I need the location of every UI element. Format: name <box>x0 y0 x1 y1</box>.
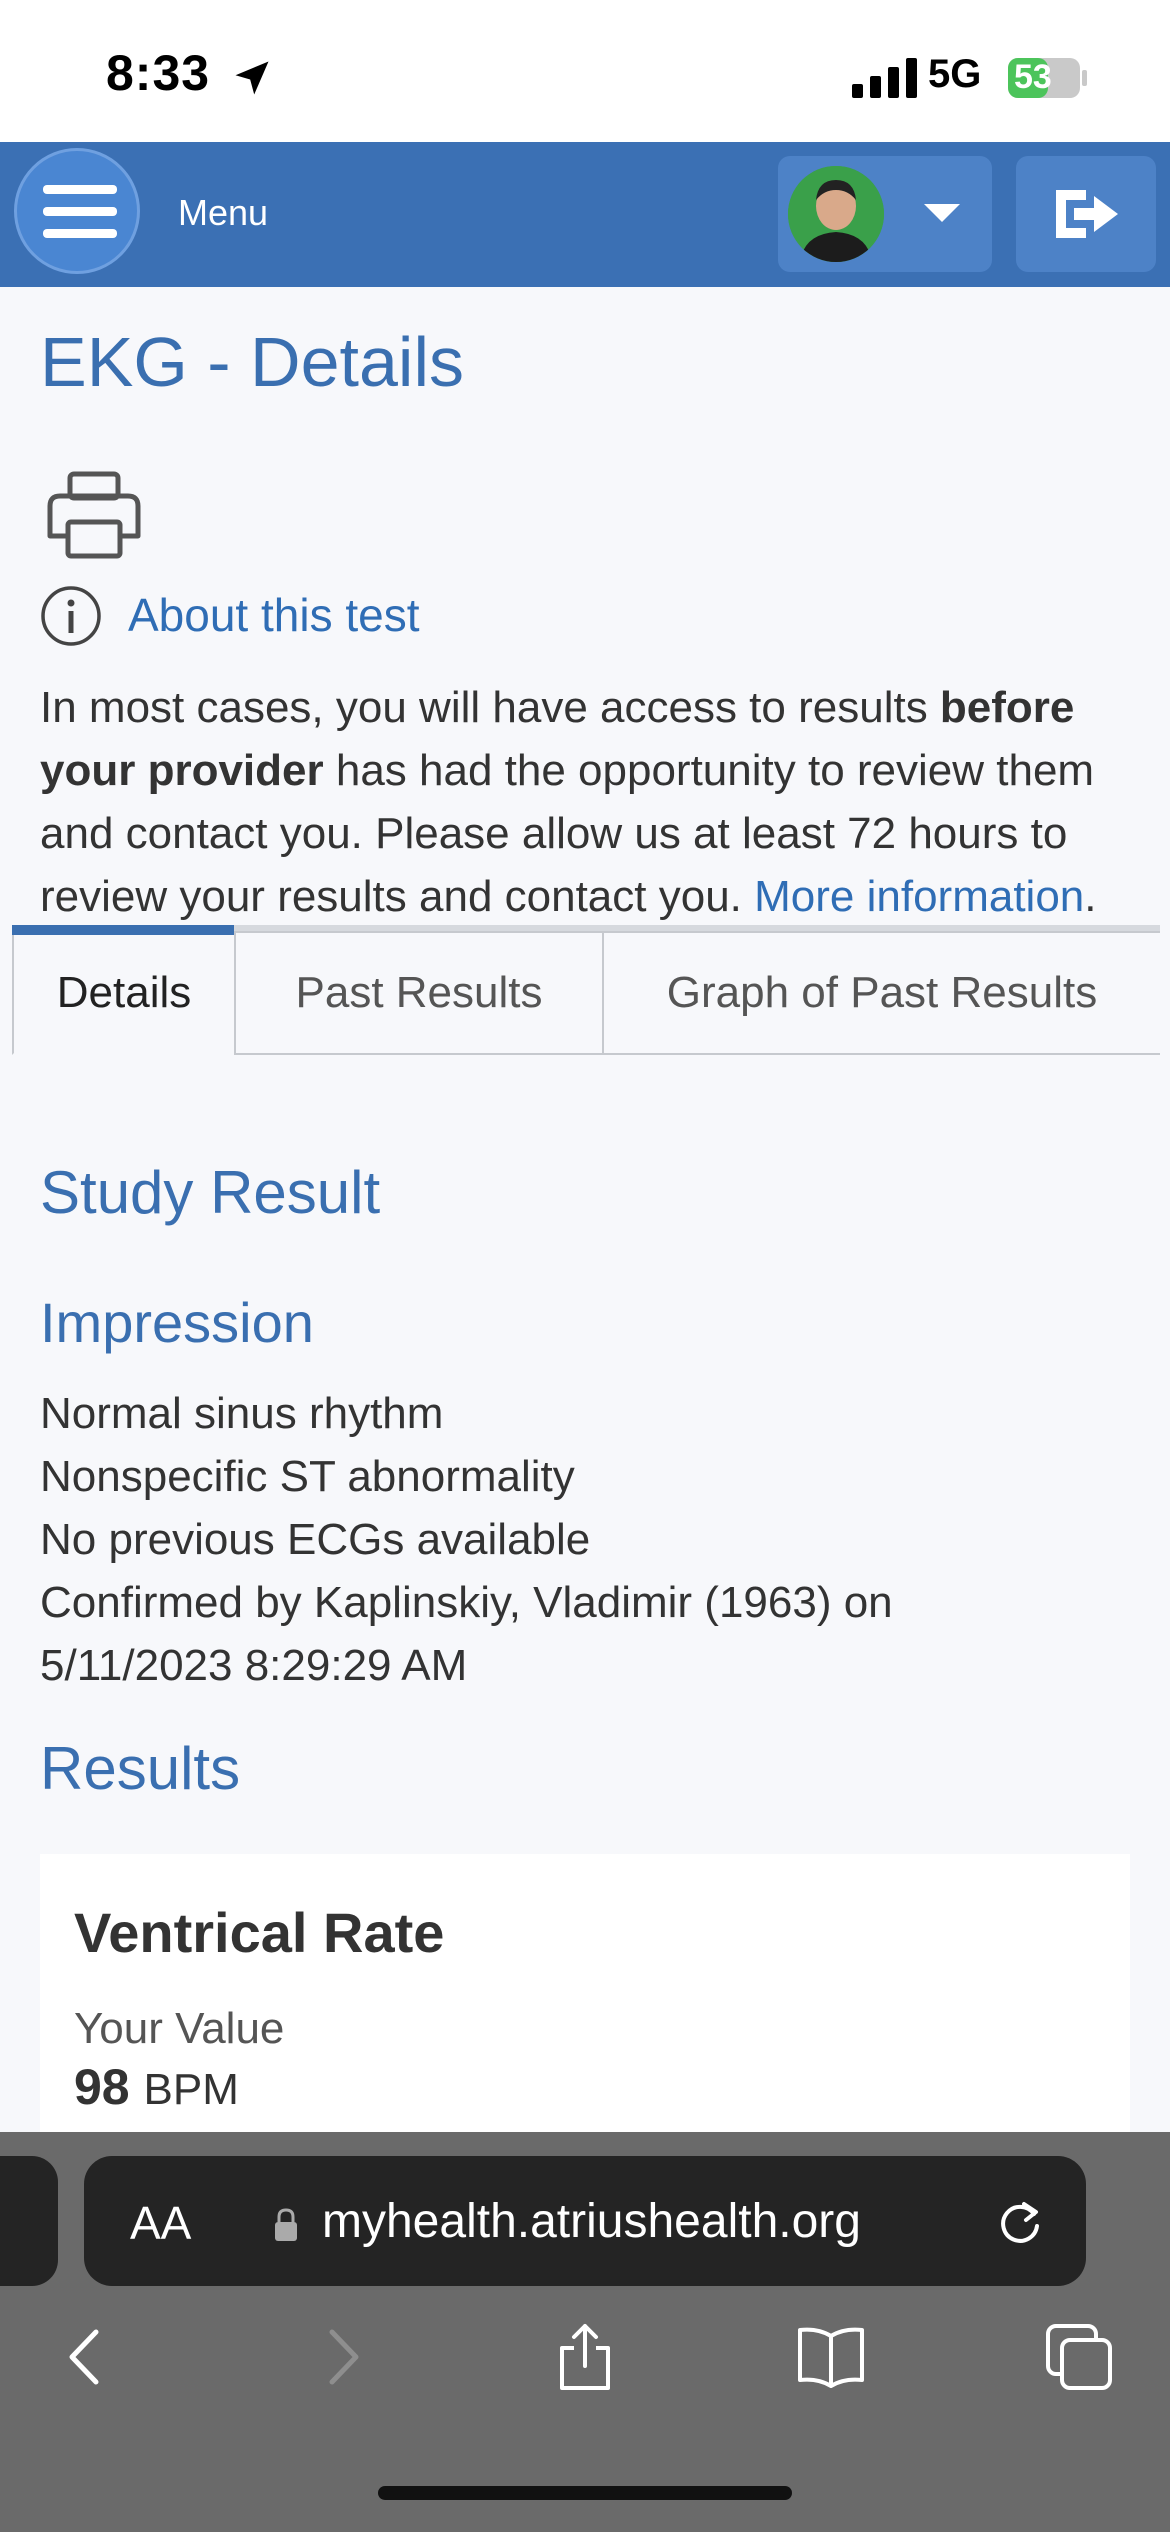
top-nav: Menu <box>0 142 1170 287</box>
page-title: EKG - Details <box>40 323 464 401</box>
browser-toolbar: AA myhealth.atriushealth.org <box>0 2132 1170 2532</box>
url-text[interactable]: myhealth.atriushealth.org <box>322 2194 861 2249</box>
result-number: 98 <box>74 2059 130 2115</box>
impression-line: Normal sinus rhythm <box>40 1389 444 1438</box>
printer-icon[interactable] <box>44 470 144 560</box>
hamburger-icon <box>43 185 117 194</box>
more-information-link[interactable]: More information <box>754 872 1084 921</box>
hamburger-line <box>43 207 117 216</box>
battery-level: 53 <box>1014 58 1052 96</box>
avatar <box>788 166 884 262</box>
study-result-heading: Study Result <box>40 1159 381 1226</box>
tab-graph-past-results[interactable]: Graph of Past Results <box>602 931 1160 1055</box>
results-notice: In most cases, you will have access to r… <box>40 676 1140 928</box>
result-value: 98 BPM <box>74 2058 239 2116</box>
impression-line: Nonspecific ST abnormality <box>40 1452 575 1501</box>
previous-tab-stub[interactable] <box>0 2156 58 2286</box>
logout-icon <box>1056 190 1118 238</box>
bookmarks-icon[interactable] <box>796 2322 866 2392</box>
impression-line: 5/11/2023 8:29:29 AM <box>40 1641 468 1690</box>
user-menu-button[interactable] <box>778 156 992 272</box>
tab-past-results[interactable]: Past Results <box>234 931 604 1055</box>
battery-icon: 53 <box>1008 56 1088 100</box>
result-value-label: Your Value <box>74 2004 285 2053</box>
tab-details[interactable]: Details <box>12 931 236 1055</box>
network-type: 5G <box>928 52 982 96</box>
status-bar: 8:33 5G 53 <box>0 0 1170 142</box>
notice-period: . <box>1084 872 1097 921</box>
impression-line: No previous ECGs available <box>40 1515 591 1564</box>
aa-label: AA <box>130 2197 192 2249</box>
impression-heading: Impression <box>40 1291 314 1354</box>
forward-icon[interactable] <box>306 2322 376 2392</box>
logout-button[interactable] <box>1016 156 1156 272</box>
reload-icon[interactable] <box>994 2196 1046 2248</box>
info-circle-icon <box>41 586 101 646</box>
cellular-signal-icon <box>852 58 917 98</box>
back-icon[interactable] <box>52 2322 122 2392</box>
reader-settings-button[interactable]: AA <box>130 2196 191 2250</box>
impression-text: Normal sinus rhythm Nonspecific ST abnor… <box>40 1382 1140 1697</box>
result-unit: BPM <box>143 2065 239 2114</box>
location-arrow-icon <box>235 61 269 95</box>
hamburger-line <box>43 229 117 238</box>
active-tab-indicator <box>12 925 234 935</box>
status-time: 8:33 <box>106 45 211 101</box>
tabs-underline <box>234 1053 1160 1055</box>
menu-button[interactable] <box>14 148 140 274</box>
about-test-link[interactable]: About this test <box>128 588 420 642</box>
chevron-down-icon <box>924 204 960 222</box>
tabs-icon[interactable] <box>1044 2322 1114 2392</box>
result-title: Ventrical Rate <box>74 1901 445 1964</box>
address-bar[interactable]: AA myhealth.atriushealth.org <box>84 2156 1086 2286</box>
share-icon[interactable] <box>550 2322 620 2392</box>
home-indicator <box>378 2486 792 2500</box>
menu-label[interactable]: Menu <box>178 192 268 234</box>
result-card: Ventrical Rate Your Value 98 BPM <box>40 1854 1130 2134</box>
impression-line: Confirmed by Kaplinskiy, Vladimir (1963)… <box>40 1578 893 1627</box>
results-heading: Results <box>40 1735 241 1802</box>
lock-icon <box>275 2208 297 2241</box>
notice-text: In most cases, you will have access to r… <box>40 683 940 732</box>
